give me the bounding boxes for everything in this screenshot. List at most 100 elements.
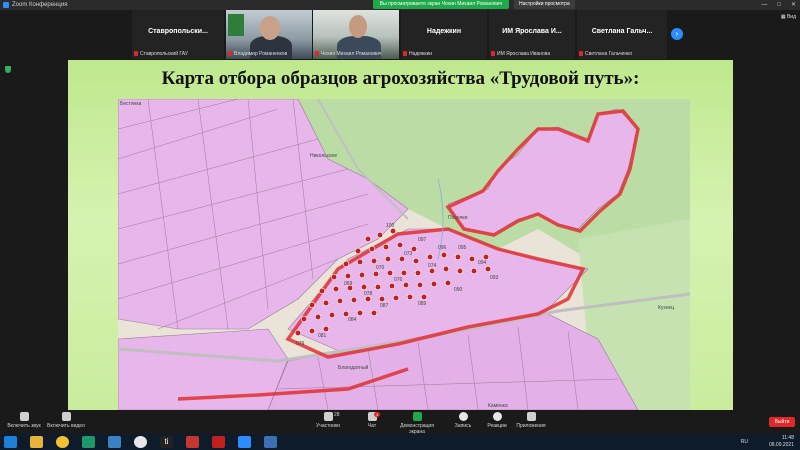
sample-label: 070 — [376, 265, 385, 271]
chat-badge: 1 — [374, 412, 381, 417]
view-options-button[interactable]: Настройки просмотра — [514, 0, 575, 9]
participant-video-tile[interactable]: Чохин Михаил Романович — [313, 10, 399, 59]
sample-label: 076 — [394, 277, 403, 283]
participants-count: 28 — [334, 412, 340, 418]
sample-label: 081 — [318, 333, 327, 339]
sample-label: 079 — [296, 341, 305, 347]
window-controls: — □ ✕ — [761, 0, 796, 10]
viewing-banner: Вы просматриваете экран Чохин Михаил Ром… — [373, 0, 509, 9]
maximize-button[interactable]: □ — [777, 0, 781, 10]
clock-time: 11:48 — [781, 435, 794, 441]
system-clock[interactable]: 11:48 08.09.2021 — [769, 435, 794, 449]
grid-icon: ▦ — [780, 14, 786, 20]
sample-label: 069 — [344, 281, 353, 287]
sample-label: 094 — [478, 260, 487, 266]
share-screen-icon — [412, 412, 422, 421]
place-label: Каменка — [488, 403, 508, 409]
chrome-icon[interactable] — [134, 436, 147, 448]
sample-label: 090 — [454, 287, 463, 293]
participant-video-tile[interactable]: Владимир Романенков — [226, 10, 312, 59]
weather-icon[interactable] — [56, 436, 69, 448]
sample-label: 096 — [438, 245, 447, 251]
sample-label: 100 — [386, 223, 395, 229]
chat-button[interactable]: Чат 1 — [348, 412, 396, 429]
map-svg: 100 097 096 095 094 093 090 089 087 084 … — [118, 99, 690, 410]
participant-name: Ставропольски... — [148, 28, 208, 35]
apps-icon — [526, 412, 536, 421]
participant-strip: Ставропольски... Ставропольский ГАУ Влад… — [0, 10, 800, 60]
mic-off-icon — [491, 51, 495, 57]
poster-icon — [228, 14, 244, 36]
person-face — [349, 15, 367, 38]
word-icon[interactable] — [264, 436, 277, 448]
security-shield-icon[interactable] — [5, 66, 11, 73]
strip-next-button[interactable]: › — [671, 28, 683, 40]
sample-label: 093 — [490, 275, 499, 281]
mic-off-icon — [228, 51, 232, 57]
powerpoint-icon[interactable] — [186, 436, 199, 448]
sample-label: 087 — [380, 303, 389, 309]
mic-off-icon — [315, 51, 319, 57]
record-icon — [458, 412, 468, 421]
place-label: Поселки — [448, 215, 468, 221]
participants-icon — [323, 412, 333, 421]
participant-tile[interactable]: Ставропольски... Ставропольский ГАУ — [132, 10, 224, 59]
sample-label: 074 — [428, 263, 437, 269]
sample-label: 078 — [364, 291, 373, 297]
pdf-icon[interactable] — [212, 436, 225, 448]
shared-screen: Карта отбора образцов агрохозяйства «Тру… — [0, 60, 800, 412]
zoom-logo-icon — [3, 2, 9, 8]
close-button[interactable]: ✕ — [791, 0, 796, 10]
participant-label: ИМ Ярослава Иванова — [491, 51, 550, 57]
minimize-button[interactable]: — — [761, 0, 767, 10]
meeting-toolbar: Включить звук Включить видео Участники 28… — [0, 410, 800, 435]
participant-tile[interactable]: Надежкин Надежкин — [401, 10, 487, 59]
slide-title: Карта отбора образцов агрохозяйства «Тру… — [161, 68, 640, 89]
presentation-slide: Карта отбора образцов агрохозяйства «Тру… — [68, 60, 733, 412]
participant-tile[interactable]: Светлана Гальч... Светлана Гальченко — [577, 10, 667, 59]
sample-label: 073 — [404, 251, 413, 257]
app-title: Zoom Конференция — [12, 2, 68, 8]
reactions-icon — [492, 412, 502, 421]
participant-label: Светлана Гальченко — [579, 51, 632, 57]
participant-label: Ставропольский ГАУ — [134, 51, 188, 57]
sample-label: 095 — [458, 245, 467, 251]
farm-map: 100 097 096 095 094 093 090 089 087 084 … — [118, 99, 690, 410]
sample-label: 084 — [348, 317, 357, 323]
file-explorer-icon[interactable] — [30, 436, 43, 448]
place-label: Кузнец — [658, 305, 674, 311]
person-face — [260, 16, 280, 40]
mic-off-icon — [403, 51, 407, 57]
place-label: Бестянка — [120, 101, 142, 107]
language-indicator[interactable]: RU — [741, 439, 748, 445]
ti-icon[interactable]: ti — [160, 436, 173, 448]
camera-off-icon — [61, 412, 71, 421]
participant-tile[interactable]: ИМ Ярослава И... ИМ Ярослава Иванова — [489, 10, 575, 59]
apps-button[interactable]: Приложения — [507, 412, 555, 429]
place-label: Никольское — [310, 153, 337, 159]
share-screen-button[interactable]: Демонстрация экрана — [393, 412, 441, 435]
leave-button[interactable]: Выйти — [769, 417, 795, 427]
unmute-button[interactable]: Включить звук — [0, 412, 48, 429]
participants-button[interactable]: Участники 28 — [304, 412, 352, 429]
participant-name: ИМ Ярослава И... — [502, 28, 562, 35]
windows-start-icon[interactable] — [4, 436, 17, 448]
clock-date: 08.09.2021 — [768, 442, 794, 448]
mic-off-icon — [579, 51, 583, 57]
participant-name: Светлана Гальч... — [591, 28, 653, 35]
app-icon[interactable] — [108, 436, 121, 448]
mic-off-icon — [134, 51, 138, 57]
view-button[interactable]: ▦ Вид — [781, 14, 796, 20]
participant-label: Владимир Романенков — [228, 51, 287, 57]
mic-muted-icon — [19, 412, 29, 421]
windows-taskbar: ti RU 11:48 08.09.2021 — [0, 434, 800, 450]
zoom-taskbar-icon[interactable] — [238, 436, 251, 448]
app-icon[interactable] — [82, 436, 95, 448]
participant-name: Надежкин — [426, 28, 462, 35]
sample-label: 097 — [418, 237, 427, 243]
start-video-button[interactable]: Включить видео — [42, 412, 90, 429]
place-label: Благодатный — [338, 364, 369, 371]
participant-label: Надежкин — [403, 51, 432, 57]
participant-label: Чохин Михаил Романович — [315, 51, 382, 57]
sample-label: 089 — [418, 301, 427, 307]
